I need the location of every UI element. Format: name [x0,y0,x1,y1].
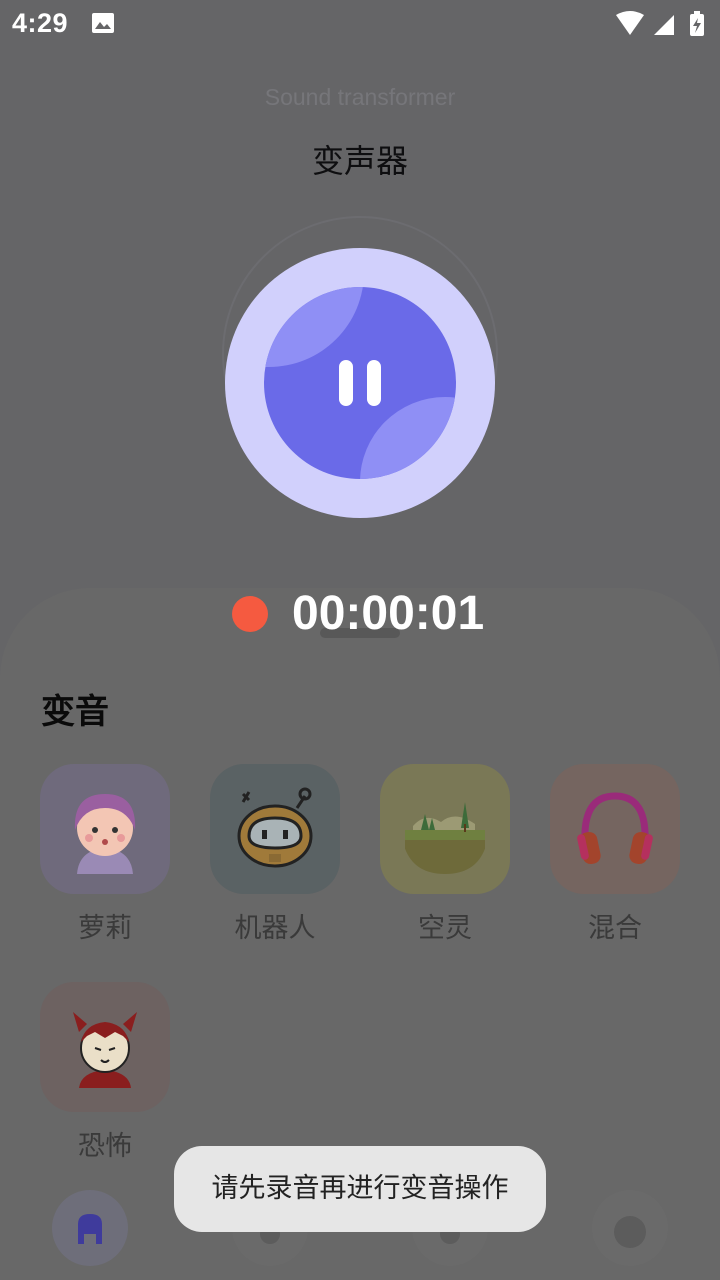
girl-avatar-icon [74,794,136,874]
status-time: 4:29 [12,8,69,38]
nav-home[interactable] [52,1190,128,1266]
effect-tile[interactable] [40,764,170,894]
effect-ethereal[interactable]: 空灵 [380,764,510,945]
toast-message: 请先录音再进行变音操作 [174,1146,546,1232]
effect-tile[interactable] [380,764,510,894]
effect-label: 萝莉 [78,913,132,944]
recording-timer: 00:00:01 [292,587,485,640]
headphones-icon [577,792,653,865]
effect-loli[interactable]: 萝莉 [40,764,170,945]
signal-icon [654,15,674,35]
effect-label: 空灵 [418,913,472,944]
wifi-icon [616,11,644,35]
recording-indicator [232,596,268,632]
devil-icon [73,1012,137,1088]
home-icon [78,1214,102,1244]
profile-icon [614,1216,646,1248]
effect-label: 混合 [588,913,642,944]
app-subtitle: Sound transformer [264,84,456,110]
robot-icon [237,787,313,868]
nav-profile[interactable] [592,1190,668,1266]
effect-label: 机器人 [234,913,316,944]
decor-blob [360,397,456,479]
battery-charging-icon [690,11,704,36]
effect-label: 恐怖 [78,1131,132,1162]
effect-tile[interactable] [550,764,680,894]
decor-blob [264,287,364,367]
status-bar: 4:29 [0,0,720,48]
effect-robot[interactable]: 机器人 [210,764,340,945]
effect-tile[interactable] [210,764,340,894]
image-icon [91,12,115,38]
system-icons [610,11,710,41]
record-button-inner[interactable] [264,287,456,479]
landscape-icon [405,802,485,874]
effect-tile[interactable] [40,982,170,1112]
page-title: 变声器 [311,142,408,180]
effect-horror[interactable]: 恐怖 [40,982,170,1163]
effect-mix[interactable]: 混合 [550,764,680,945]
section-title: 变音 [41,692,109,732]
